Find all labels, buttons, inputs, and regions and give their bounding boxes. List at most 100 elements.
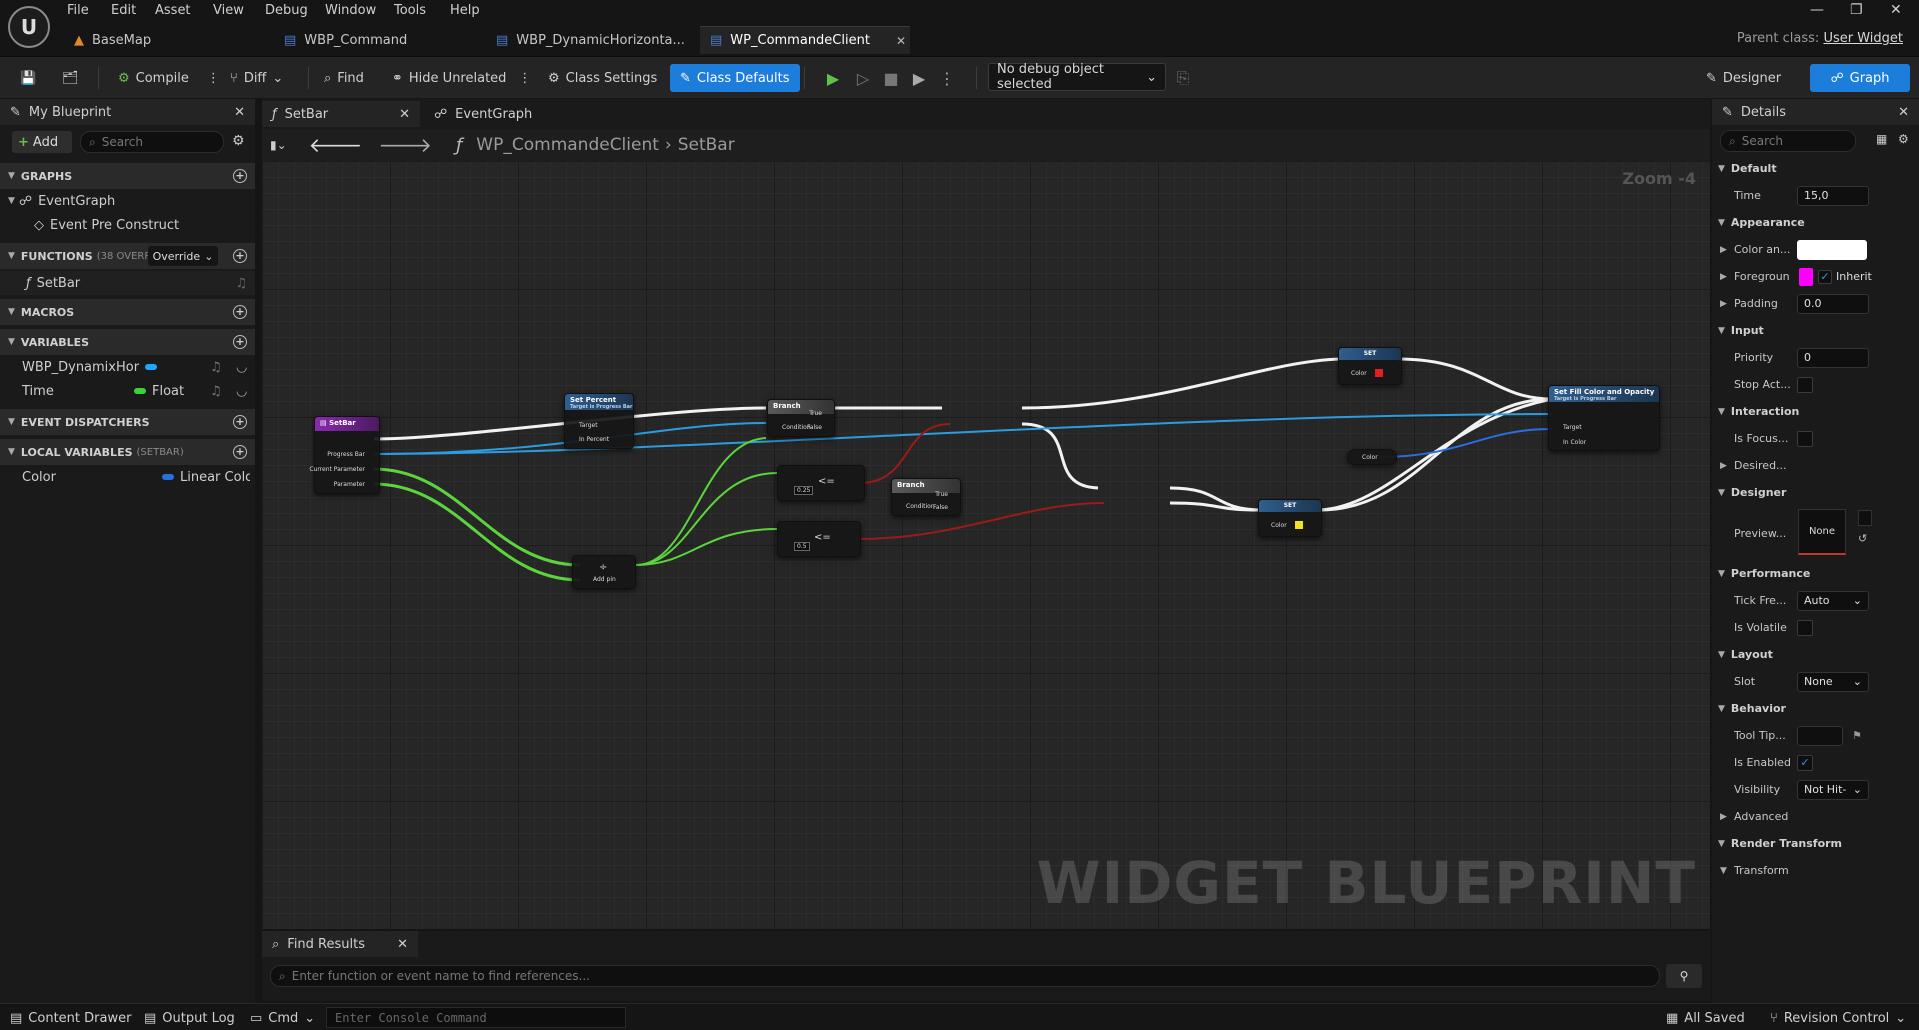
graph-button[interactable]: ☍ Graph: [1810, 64, 1910, 92]
close-icon[interactable]: ✕: [896, 34, 906, 48]
node-set-percent[interactable]: Set Percent Target is Progress Bar Targe…: [564, 393, 634, 449]
hide-unrelated-button[interactable]: ⚭ Hide Unrelated ⋮: [386, 64, 537, 92]
class-defaults-button[interactable]: ✎ Class Defaults: [670, 64, 800, 92]
local-variable-item[interactable]: Color Linear Color: [0, 465, 255, 489]
details-section-appearance[interactable]: ▼ Appearance: [1712, 209, 1919, 236]
add-function-icon[interactable]: +: [233, 249, 247, 263]
override-dropdown[interactable]: Override ⌄: [148, 246, 218, 266]
add-dispatcher-icon[interactable]: +: [233, 415, 247, 429]
blueprint-graph-canvas[interactable]: Zoom -4 ▤ SetBar Progress Bar Current Pa…: [262, 161, 1710, 929]
is-enabled-checkbox[interactable]: ✓: [1797, 754, 1813, 771]
variables-section[interactable]: ▼ VARIABLES +: [0, 329, 255, 355]
expand-triangle-icon[interactable]: ▶: [1720, 812, 1727, 822]
add-pin-label[interactable]: Add pin: [593, 576, 616, 583]
browse-icon[interactable]: 🗂: [56, 64, 85, 92]
close-icon[interactable]: ✕: [397, 937, 408, 952]
find-results-tab[interactable]: ⌕ Find Results ✕: [262, 931, 418, 957]
expand-triangle-icon[interactable]: ▶: [1720, 461, 1727, 471]
graph-item-event-pre-construct[interactable]: ◇ Event Pre Construct: [0, 213, 255, 237]
macros-section[interactable]: ▼ MACROS +: [0, 299, 255, 325]
is-focusable-checkbox[interactable]: [1797, 430, 1813, 447]
details-section-render-transform[interactable]: ▼ Render Transform: [1712, 830, 1919, 857]
details-section-behavior[interactable]: ▼ Behavior: [1712, 695, 1919, 722]
my-blueprint-search[interactable]: ⌕ Search: [80, 131, 224, 153]
preview-asset-thumbnail[interactable]: None: [1798, 509, 1846, 555]
add-variable-icon[interactable]: +: [233, 335, 247, 349]
doc-tab-wbp-command[interactable]: ▤ WBP_Command: [274, 26, 417, 54]
close-icon[interactable]: ✕: [234, 105, 245, 120]
expand-triangle-icon[interactable]: ▶: [1720, 299, 1727, 309]
close-icon[interactable]: ✕: [1898, 105, 1909, 120]
node-compare-2[interactable]: <= 0.5: [777, 521, 861, 557]
color-swatch[interactable]: [1295, 521, 1303, 529]
eye-icon[interactable]: ◡: [236, 360, 247, 375]
add-local-variable-icon[interactable]: +: [233, 445, 247, 459]
cmd-dropdown[interactable]: ▭ Cmd ⌄: [250, 1009, 315, 1027]
function-item-setbar[interactable]: ƒ SetBar ♫: [0, 271, 255, 295]
collapse-triangle-icon[interactable]: ▼: [1720, 866, 1727, 876]
inherit-checkbox[interactable]: ✓: [1818, 269, 1832, 284]
node-set-fill-color[interactable]: Set Fill Color and Opacity Target is Pro…: [1548, 385, 1660, 451]
find-references-input[interactable]: ⌕ Enter function or event name to find r…: [270, 965, 1660, 987]
reset-arrow-icon[interactable]: ↺: [1858, 532, 1867, 545]
menu-help[interactable]: Help: [450, 3, 480, 21]
variable-item[interactable]: WBP_DynamixHor ♫ ◡: [0, 355, 255, 379]
menu-asset[interactable]: Asset: [155, 3, 191, 21]
my-blueprint-tab[interactable]: ✎ My Blueprint ✕: [0, 99, 255, 125]
menu-edit[interactable]: Edit: [111, 3, 136, 21]
console-command-input[interactable]: Enter Console Command: [326, 1007, 626, 1028]
functions-section[interactable]: ▼ FUNCTIONS (38 OVERRI Override ⌄ +: [0, 243, 255, 269]
play-icon[interactable]: ▶: [822, 67, 844, 89]
find-button[interactable]: ⌕ Find: [318, 64, 370, 92]
add-macro-icon[interactable]: +: [233, 305, 247, 319]
graph-item-eventgraph[interactable]: ▼ ☍ EventGraph: [0, 189, 255, 213]
bind-flag-icon[interactable]: ⚑: [1852, 729, 1862, 742]
add-graph-icon[interactable]: +: [233, 169, 247, 183]
graph-tab-eventgraph[interactable]: ☍ EventGraph: [424, 101, 543, 127]
stop-icon[interactable]: ■: [880, 67, 902, 89]
save-icon[interactable]: 💾: [14, 64, 42, 92]
doc-tab-basemap[interactable]: ▲ BaseMap: [64, 26, 161, 54]
output-log-button[interactable]: ▤ Output Log: [144, 1009, 235, 1027]
gear-icon[interactable]: ⚙: [1898, 132, 1909, 146]
forward-arrow-icon[interactable]: 🡒: [378, 133, 432, 157]
node-set-color-yellow[interactable]: SET Color: [1258, 499, 1322, 537]
breadcrumb-current[interactable]: SetBar: [678, 135, 735, 155]
foreground-color-swatch[interactable]: [1799, 267, 1813, 286]
debug-filter-icon[interactable]: ⎘: [1172, 67, 1194, 89]
node-branch-1[interactable]: Branch Condition True False: [767, 399, 835, 437]
variable-item[interactable]: Time Float ♫ ◡: [0, 379, 255, 403]
asset-picker-dropdown[interactable]: [1858, 510, 1872, 526]
debug-object-select[interactable]: No debug object selected ⌄: [988, 62, 1166, 92]
details-section-performance[interactable]: ▼ Performance: [1712, 560, 1919, 587]
class-settings-button[interactable]: ⚙ Class Settings: [542, 64, 663, 92]
more-options-icon[interactable]: ⋮: [518, 71, 531, 86]
designer-button[interactable]: ✎ Designer: [1700, 64, 1787, 92]
menu-file[interactable]: File: [67, 3, 89, 21]
priority-field[interactable]: 0: [1797, 347, 1869, 368]
more-options-icon[interactable]: ⋮: [207, 71, 220, 86]
node-branch-2[interactable]: Branch Condition True False: [891, 478, 961, 516]
node-compare-1[interactable]: <= 0.25: [777, 465, 865, 501]
revision-control-button[interactable]: ⑂ Revision Control ⌄: [1770, 1009, 1906, 1027]
add-button[interactable]: + Add: [12, 131, 72, 153]
tooltip-field[interactable]: [1797, 725, 1843, 746]
minimize-icon[interactable]: —: [1810, 2, 1824, 18]
restore-icon[interactable]: ❐: [1850, 2, 1863, 18]
padding-field[interactable]: 0.0: [1797, 293, 1869, 314]
breadcrumb-root[interactable]: WP_CommandeClient: [476, 135, 659, 155]
node-set-color-red[interactable]: SET Color: [1338, 347, 1402, 385]
expand-triangle-icon[interactable]: ▶: [1720, 272, 1727, 282]
compare-value-field[interactable]: 0.25: [794, 486, 814, 495]
node-divide[interactable]: ÷ Add pin: [572, 555, 636, 589]
expand-triangle-icon[interactable]: ▶: [1720, 245, 1727, 255]
tick-frequency-dropdown[interactable]: Auto ⌄: [1797, 590, 1869, 611]
menu-view[interactable]: View: [213, 3, 244, 21]
doc-tab-wp-commandeclient[interactable]: ▤ WP_CommandeClient ✕: [700, 26, 910, 54]
bookmark-icon[interactable]: ▮⌄: [270, 138, 287, 152]
doc-tab-wbp-dynamic[interactable]: ▤ WBP_DynamicHorizonta...: [486, 26, 695, 54]
menu-debug[interactable]: Debug: [265, 3, 308, 21]
detail-row-transform[interactable]: ▼ Transform: [1712, 857, 1919, 884]
diff-button[interactable]: ⑂ Diff ⌄: [224, 64, 289, 92]
compile-button[interactable]: ⚙ Compile ⋮: [112, 64, 226, 92]
